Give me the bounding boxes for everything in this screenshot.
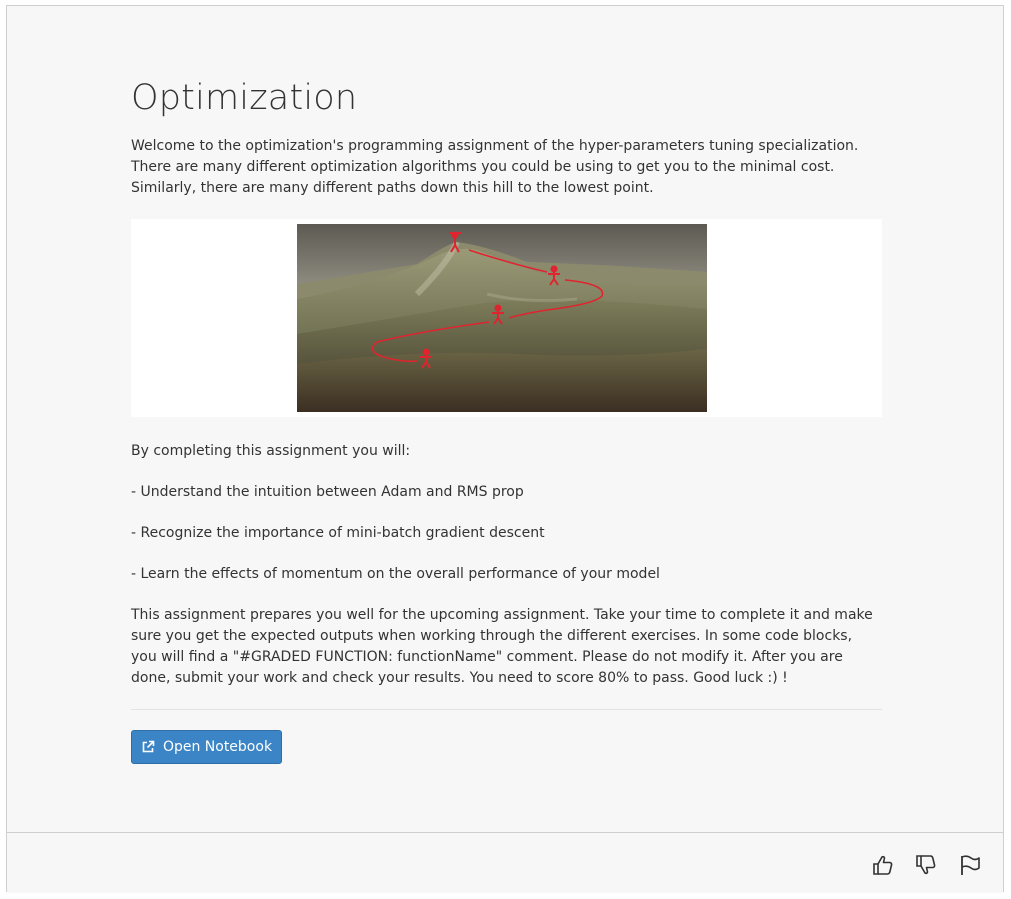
page-title: Optimization — [131, 78, 358, 118]
objective-item: - Learn the effects of momentum on the o… — [131, 566, 660, 582]
objectives-heading: By completing this assignment you will: — [131, 443, 411, 459]
thumbs-down-icon[interactable] — [914, 853, 938, 877]
objective-item: - Understand the intuition between Adam … — [131, 484, 524, 500]
hill-image-container — [131, 219, 882, 417]
divider — [131, 709, 882, 710]
open-notebook-label: Open Notebook — [162, 739, 273, 755]
flag-icon[interactable] — [958, 853, 982, 877]
closing-paragraph: This assignment prepares you well for th… — [131, 607, 873, 686]
thumbs-up-icon[interactable] — [871, 853, 895, 877]
external-link-icon — [142, 740, 155, 753]
assignment-panel: Optimization Welcome to the optimization… — [6, 5, 1004, 893]
feedback-footer — [7, 832, 1003, 893]
objective-item: - Recognize the importance of mini-batch… — [131, 525, 545, 541]
hill-descent-image — [297, 224, 707, 412]
intro-paragraph: Welcome to the optimization's programmin… — [131, 138, 859, 196]
open-notebook-button[interactable]: Open Notebook — [131, 730, 282, 764]
